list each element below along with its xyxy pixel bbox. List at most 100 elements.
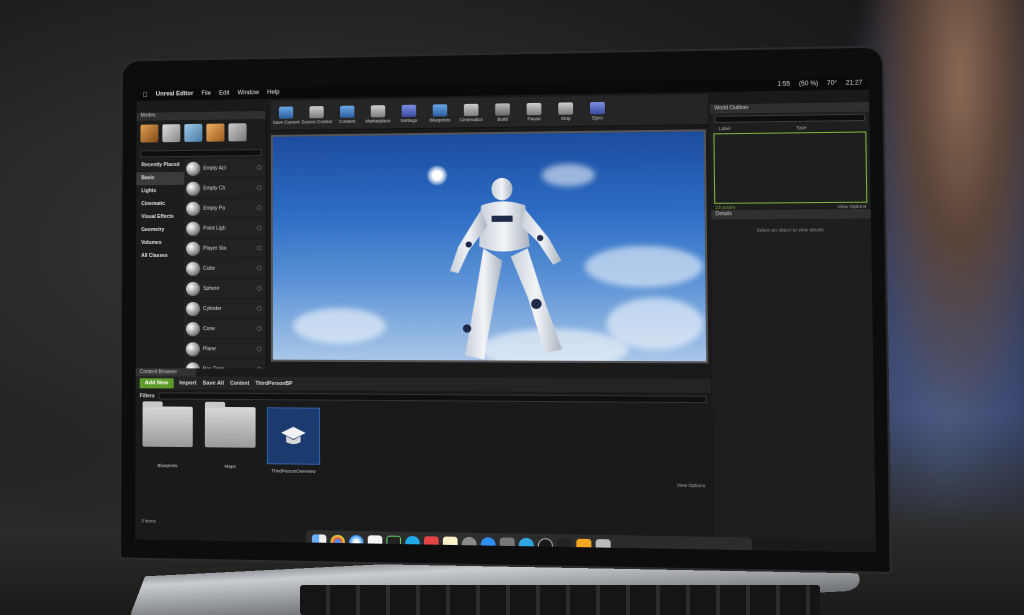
import-button[interactable]: Import <box>179 380 196 386</box>
category-visual-effects[interactable]: Visual Effects <box>136 211 184 224</box>
cinematics-icon <box>463 103 479 116</box>
info-icon[interactable] <box>256 205 262 211</box>
level-viewport[interactable] <box>270 129 709 364</box>
marketplace-icon <box>370 104 386 117</box>
sketch-icon[interactable] <box>576 538 592 553</box>
geometry-mode-icon[interactable] <box>228 123 247 142</box>
content-button[interactable]: Content <box>332 105 363 124</box>
build-button[interactable]: Build <box>487 102 519 122</box>
source-control-button[interactable]: Source Control <box>301 105 332 124</box>
modes-search-input[interactable] <box>140 149 262 158</box>
save-all-button[interactable]: Save All <box>203 380 224 386</box>
save-icon <box>278 106 294 119</box>
menu-edit[interactable]: Edit <box>219 91 229 97</box>
laptop-screen:  Unreal Editor File Edit Window Help 1:… <box>135 77 876 553</box>
cinematics-button[interactable]: Cinematics <box>456 103 487 122</box>
settings-button[interactable]: Settings <box>393 104 424 123</box>
info-icon[interactable] <box>256 225 262 231</box>
info-icon[interactable] <box>256 165 262 171</box>
pause-button[interactable]: Pause <box>518 102 550 121</box>
activity-monitor-icon[interactable] <box>386 535 402 551</box>
marketplace-button[interactable]: Marketplace <box>363 104 394 124</box>
actor-item[interactable]: Player Sta <box>184 238 266 259</box>
battery-percent[interactable]: (50 %) <box>799 81 818 88</box>
asset-tile-maps[interactable]: Maps <box>204 406 257 473</box>
actor-item[interactable]: Empty Ch <box>184 178 266 199</box>
finder-icon[interactable] <box>311 534 327 549</box>
info-icon[interactable] <box>256 346 262 352</box>
app-store-icon[interactable] <box>480 537 496 552</box>
paint-mode-icon[interactable] <box>162 124 181 143</box>
outliner-search-input[interactable] <box>714 113 866 123</box>
actor-item[interactable]: Cylinder <box>183 298 266 320</box>
category-basic[interactable]: Basic <box>136 171 185 186</box>
menu-window[interactable]: Window <box>237 90 259 96</box>
save-current-button[interactable]: Save Current <box>271 106 301 124</box>
settings-gear-icon[interactable] <box>499 537 515 553</box>
stop-button[interactable]: Stop <box>550 101 582 121</box>
battery-time[interactable]: 1:55 <box>777 81 790 87</box>
add-new-button[interactable]: Add New <box>139 377 174 388</box>
info-icon[interactable] <box>256 285 262 291</box>
menu-help[interactable]: Help <box>267 90 279 96</box>
eject-button[interactable]: Eject <box>581 101 613 120</box>
app-name[interactable]: Unreal Editor <box>156 91 194 98</box>
asset-tile-overview[interactable]: ThirdPersonOverview <box>266 407 321 474</box>
actor-item[interactable]: Sphere <box>183 278 266 299</box>
telegram-icon[interactable] <box>518 537 534 553</box>
category-all-classes[interactable]: All Classes <box>136 250 184 263</box>
chrome-icon[interactable] <box>330 534 345 550</box>
breadcrumb-content[interactable]: Content <box>230 380 249 386</box>
asset-label: Maps <box>224 463 236 469</box>
temperature-readout[interactable]: 70° <box>827 81 837 87</box>
filters-button[interactable]: Filters <box>140 393 155 399</box>
clock[interactable]: 21:27 <box>846 80 863 87</box>
actor-item[interactable]: Point Ligh <box>184 218 266 239</box>
actor-item[interactable]: Empty Pa <box>184 198 266 219</box>
asset-search-input[interactable] <box>158 392 707 404</box>
content-view-options[interactable]: View Options <box>677 483 706 489</box>
menu-file[interactable]: File <box>201 91 211 97</box>
category-cinematic[interactable]: Cinematic <box>136 198 184 211</box>
notes-icon[interactable] <box>442 536 458 552</box>
info-icon[interactable] <box>256 265 262 271</box>
info-icon[interactable] <box>256 305 262 312</box>
actor-item[interactable]: Empty Act <box>184 158 266 179</box>
epic-games-icon[interactable] <box>557 538 573 553</box>
trash-icon[interactable] <box>595 539 611 553</box>
actor-thumbnail-icon <box>185 341 200 356</box>
asset-tile-blueprints[interactable]: Blueprints <box>141 406 193 472</box>
breadcrumb-sub[interactable]: ThirdPersonBP <box>255 380 292 386</box>
category-volumes[interactable]: Volumes <box>136 237 184 250</box>
content-icon <box>340 105 355 118</box>
outliner-col-label[interactable]: Label <box>719 126 731 131</box>
apple-icon[interactable]:  <box>143 91 148 98</box>
safari-icon[interactable] <box>349 534 364 550</box>
blueprints-button[interactable]: Blueprints <box>424 103 455 123</box>
textedit-icon[interactable] <box>367 535 383 550</box>
info-icon[interactable] <box>256 185 262 191</box>
outliner-rows <box>713 131 868 204</box>
system-prefs-icon[interactable] <box>461 536 477 552</box>
actor-item[interactable]: Cone <box>183 319 266 340</box>
actor-item[interactable]: Plane <box>183 339 266 360</box>
build-icon <box>495 102 510 116</box>
category-recently-placed[interactable]: Recently Placed <box>136 159 184 172</box>
foliage-mode-icon[interactable] <box>206 123 225 142</box>
settings-icon <box>401 104 417 117</box>
skype-icon[interactable] <box>405 535 420 551</box>
info-icon[interactable] <box>256 326 262 332</box>
info-icon[interactable] <box>256 245 262 251</box>
menubar-spacer <box>288 85 769 93</box>
place-mode-icon[interactable] <box>140 124 159 143</box>
unreal-icon[interactable] <box>537 538 553 553</box>
category-geometry[interactable]: Geometry <box>136 224 184 237</box>
category-lights[interactable]: Lights <box>136 185 184 198</box>
mannequin-character <box>449 177 563 360</box>
actor-item[interactable]: Cube <box>184 258 266 279</box>
outliner-col-type[interactable]: Type <box>796 125 807 130</box>
outliner-row[interactable] <box>716 185 865 194</box>
app-red-icon[interactable] <box>423 536 439 551</box>
laptop-screen-bezel:  Unreal Editor File Edit Window Help 1:… <box>119 45 892 574</box>
landscape-mode-icon[interactable] <box>184 123 203 142</box>
